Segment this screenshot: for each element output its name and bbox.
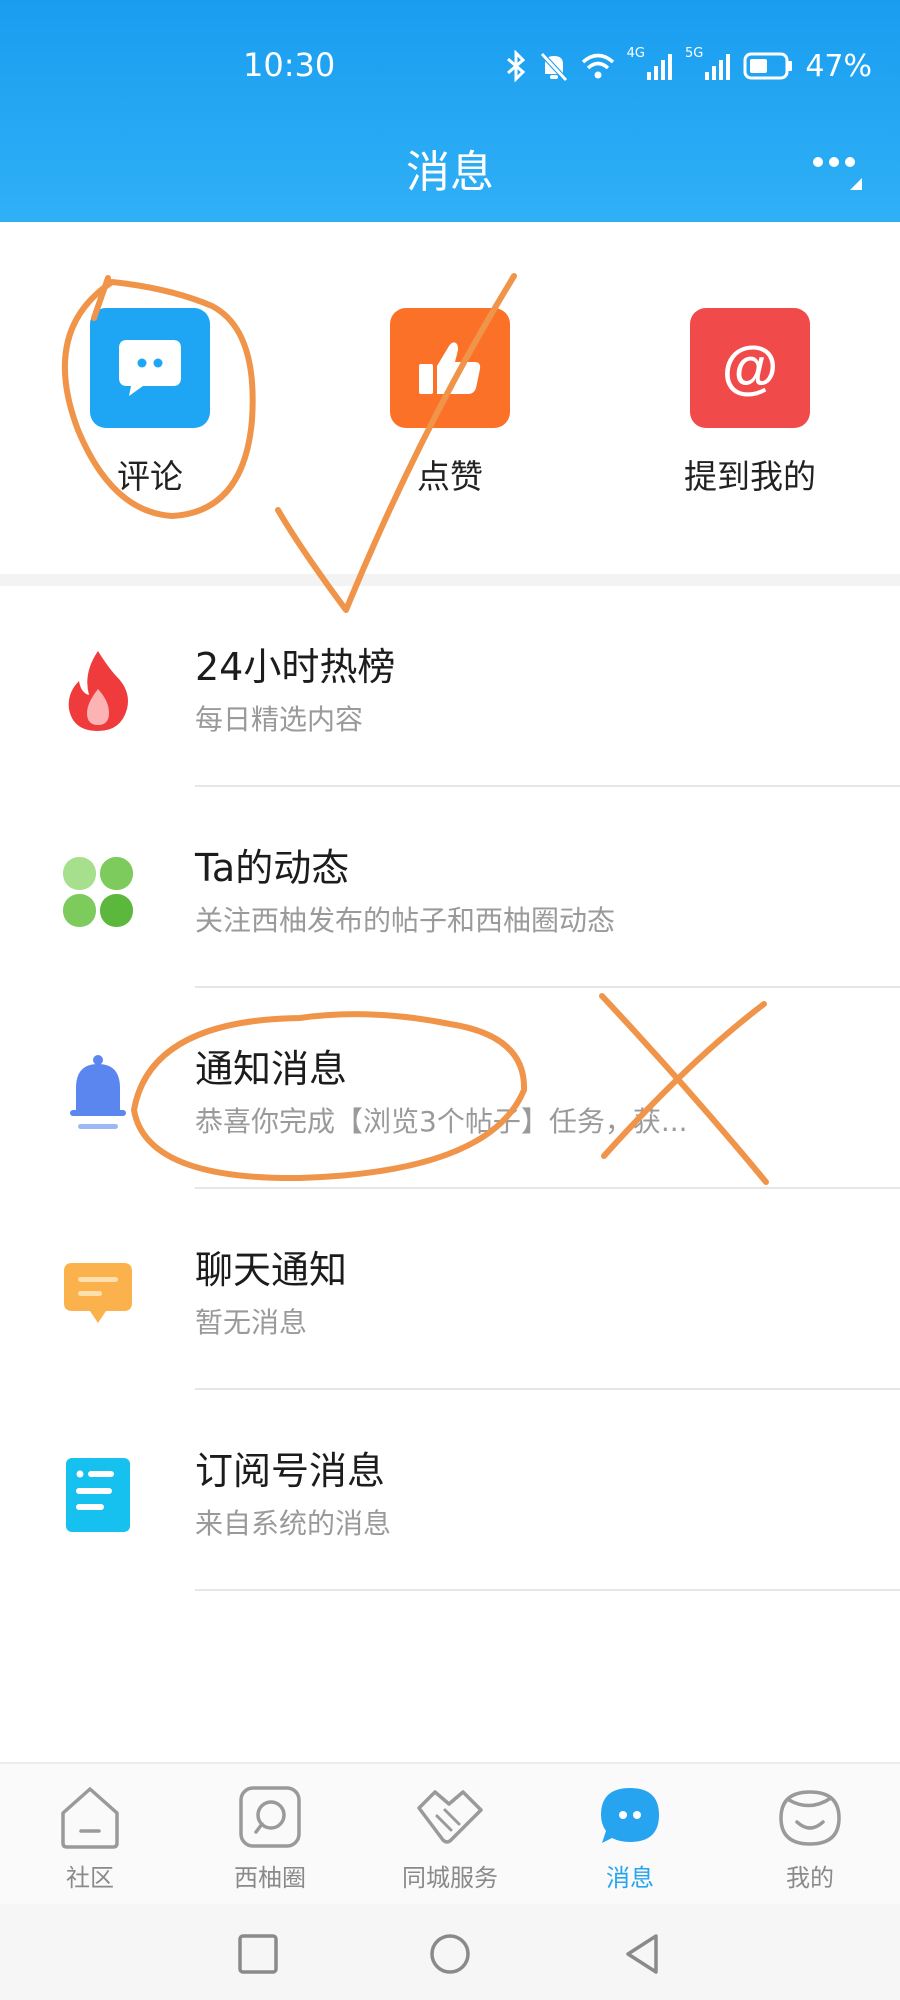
bluetooth-icon <box>506 50 525 82</box>
nav-label: 消息 <box>606 1864 654 1892</box>
message-list: 24小时热榜 每日精选内容 Ta的动态 关注西柚发布的帖子和西柚圈动态 通知消息… <box>0 586 900 1591</box>
battery-level: 47% <box>805 48 872 84</box>
nav-tab-local-services[interactable]: 同城服务 <box>360 1782 540 1893</box>
clover-icon <box>58 847 138 937</box>
item-subtitle: 每日精选内容 <box>195 703 364 736</box>
category-likes[interactable]: 点赞 <box>360 308 540 498</box>
battery-icon <box>743 52 793 80</box>
nav-tab-community[interactable]: 社区 <box>0 1782 180 1893</box>
header-bar: 10:30 4G 5G 47% 消息 <box>0 0 900 222</box>
recent-apps-button[interactable] <box>236 1932 280 1976</box>
list-item-hot-list[interactable]: 24小时热榜 每日精选内容 <box>0 586 900 787</box>
thumbs-up-icon <box>390 308 510 428</box>
section-divider <box>0 574 900 586</box>
more-options-button[interactable] <box>810 148 866 192</box>
item-title: 聊天通知 <box>195 1248 348 1292</box>
profile-icon <box>775 1782 845 1852</box>
bottom-navigation: 社区 西柚圈 同城服务 消息 我的 <box>0 1762 900 1904</box>
back-button[interactable] <box>620 1932 664 1976</box>
chat-bubble-icon <box>58 1249 138 1339</box>
nav-label: 西柚圈 <box>234 1864 306 1892</box>
mute-bell-icon <box>539 52 568 82</box>
signal-icon-2 <box>705 54 731 80</box>
nav-label: 同城服务 <box>402 1864 498 1892</box>
nav-tab-profile[interactable]: 我的 <box>720 1782 900 1893</box>
list-item-following-activity[interactable]: Ta的动态 关注西柚发布的帖子和西柚圈动态 <box>0 787 900 988</box>
signal-icon <box>646 54 672 80</box>
status-indicators: 4G 5G 47% <box>505 46 872 86</box>
item-subtitle: 暂无消息 <box>195 1306 308 1339</box>
status-time: 10:30 <box>243 46 336 84</box>
bell-icon <box>58 1048 138 1138</box>
wifi-icon <box>581 53 614 79</box>
system-navigation-bar <box>0 1904 900 2000</box>
home-button[interactable] <box>428 1932 472 1976</box>
item-subtitle: 恭喜你完成【浏览3个帖子】任务，获... <box>195 1105 688 1138</box>
category-label: 提到我的 <box>684 457 816 496</box>
category-mentions[interactable]: @ 提到我的 <box>660 308 840 498</box>
list-item-chat-notifications[interactable]: 聊天通知 暂无消息 <box>0 1189 900 1390</box>
home-icon <box>55 1782 125 1852</box>
network-5g-label: 5G <box>684 46 704 61</box>
message-categories: 评论 点赞 @ 提到我的 <box>0 222 900 574</box>
nav-tab-circle[interactable]: 西柚圈 <box>180 1782 360 1893</box>
circle-chat-icon <box>235 1782 305 1852</box>
at-icon: @ <box>690 308 810 428</box>
list-item-notifications[interactable]: 通知消息 恭喜你完成【浏览3个帖子】任务，获... <box>0 988 900 1189</box>
fire-icon <box>58 646 138 736</box>
handshake-icon <box>415 1782 485 1852</box>
row-divider <box>195 1589 900 1591</box>
item-subtitle: 关注西柚发布的帖子和西柚圈动态 <box>195 904 616 937</box>
nav-label: 我的 <box>786 1864 834 1892</box>
comment-icon <box>90 308 210 428</box>
item-title: 通知消息 <box>195 1047 348 1091</box>
item-title: 24小时热榜 <box>195 645 396 689</box>
category-comments[interactable]: 评论 <box>60 308 240 498</box>
category-label: 点赞 <box>417 457 483 496</box>
document-icon <box>58 1450 138 1540</box>
nav-label: 社区 <box>66 1864 114 1892</box>
network-4g-label: 4G <box>626 46 645 61</box>
page-title: 消息 <box>406 147 494 198</box>
item-title: Ta的动态 <box>195 846 350 890</box>
item-subtitle: 来自系统的消息 <box>195 1507 392 1540</box>
category-label: 评论 <box>117 457 183 496</box>
list-item-subscriptions[interactable]: 订阅号消息 来自系统的消息 <box>0 1390 900 1591</box>
nav-tab-messages[interactable]: 消息 <box>540 1782 720 1893</box>
item-title: 订阅号消息 <box>195 1449 386 1493</box>
message-icon <box>595 1782 665 1852</box>
